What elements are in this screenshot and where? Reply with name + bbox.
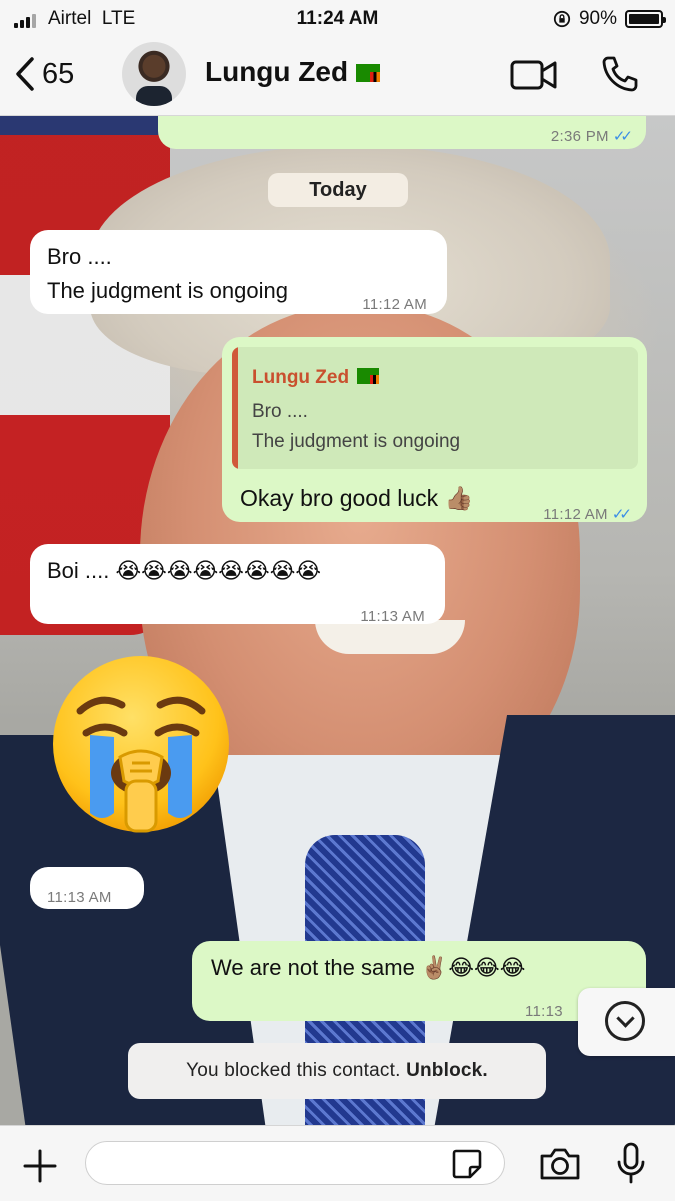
zambia-flag-icon [357, 368, 380, 384]
read-ticks-icon: ✓✓ [612, 128, 633, 145]
contact-avatar[interactable] [122, 42, 186, 106]
battery-percent: 90% [578, 8, 617, 29]
message-bubble-incoming[interactable]: 11:13 AM [30, 867, 144, 909]
message-time: 11:12 AM [362, 296, 427, 313]
message-time: 11:13 AM [47, 889, 112, 906]
date-separator: Today [268, 173, 408, 207]
chat-header: 65 Lungu Zed [0, 40, 675, 112]
chevron-left-icon [16, 57, 34, 91]
message-input[interactable] [85, 1141, 505, 1185]
message-bubble-incoming[interactable]: Boi .... 😭😭😭😭😭😭😭😭 11:13 AM [30, 544, 445, 625]
composer-bar [0, 1125, 675, 1201]
camera-icon[interactable] [538, 1146, 582, 1182]
chevron-down-circle-icon [605, 1001, 645, 1041]
message-time: 11:12 AM [543, 506, 608, 523]
blocked-text: You blocked this contact. [186, 1060, 401, 1081]
top-bar: Airtel LTE 11:24 AM 90% 65 Lungu Zed [0, 0, 675, 116]
rotation-lock-icon [553, 10, 571, 28]
quoted-text: Bro .... The judgment is ongoing [252, 401, 461, 452]
message-text: We are not the same ✌🏽😂😂😂 [211, 955, 526, 980]
message-text: Okay bro good luck 👍🏽 [240, 485, 474, 511]
microphone-icon[interactable] [616, 1142, 646, 1184]
video-call-icon[interactable] [510, 58, 558, 92]
crying-face-emoji-message[interactable] [50, 653, 232, 835]
sticker-icon[interactable] [450, 1147, 484, 1181]
blocked-contact-notice[interactable]: You blocked this contact. Unblock. [128, 1043, 546, 1099]
message-text: Boi .... 😭😭😭😭😭😭😭😭 [47, 558, 322, 583]
read-ticks-icon: ✓✓ [611, 506, 632, 523]
quote-bar [232, 347, 238, 469]
zambia-flag-icon [356, 64, 381, 82]
message-text-line: Bro .... [47, 244, 112, 269]
voice-call-icon[interactable] [600, 54, 640, 94]
scroll-to-bottom-button[interactable] [578, 988, 675, 1056]
message-time: 11:13 [525, 1003, 563, 1020]
status-bar: Airtel LTE 11:24 AM 90% [0, 6, 675, 34]
unblock-link[interactable]: Unblock. [406, 1060, 488, 1081]
unread-count: 65 [42, 57, 75, 90]
plus-icon[interactable] [22, 1148, 58, 1184]
contact-name[interactable]: Lungu Zed [205, 56, 381, 88]
message-bubble-incoming[interactable]: Bro .... The judgment is ongoing 11:12 A… [30, 230, 447, 314]
quoted-sender: Lungu Zed [252, 361, 380, 395]
message-bubble-outgoing[interactable]: Lungu Zed Bro .... The judgment is ongoi… [222, 337, 647, 523]
battery-icon [625, 10, 666, 28]
quoted-message[interactable]: Lungu Zed Bro .... The judgment is ongoi… [232, 347, 638, 469]
message-time: 11:13 AM [360, 608, 425, 625]
message-time: 2:36 PM [550, 128, 609, 145]
back-button[interactable]: 65 [14, 56, 74, 92]
